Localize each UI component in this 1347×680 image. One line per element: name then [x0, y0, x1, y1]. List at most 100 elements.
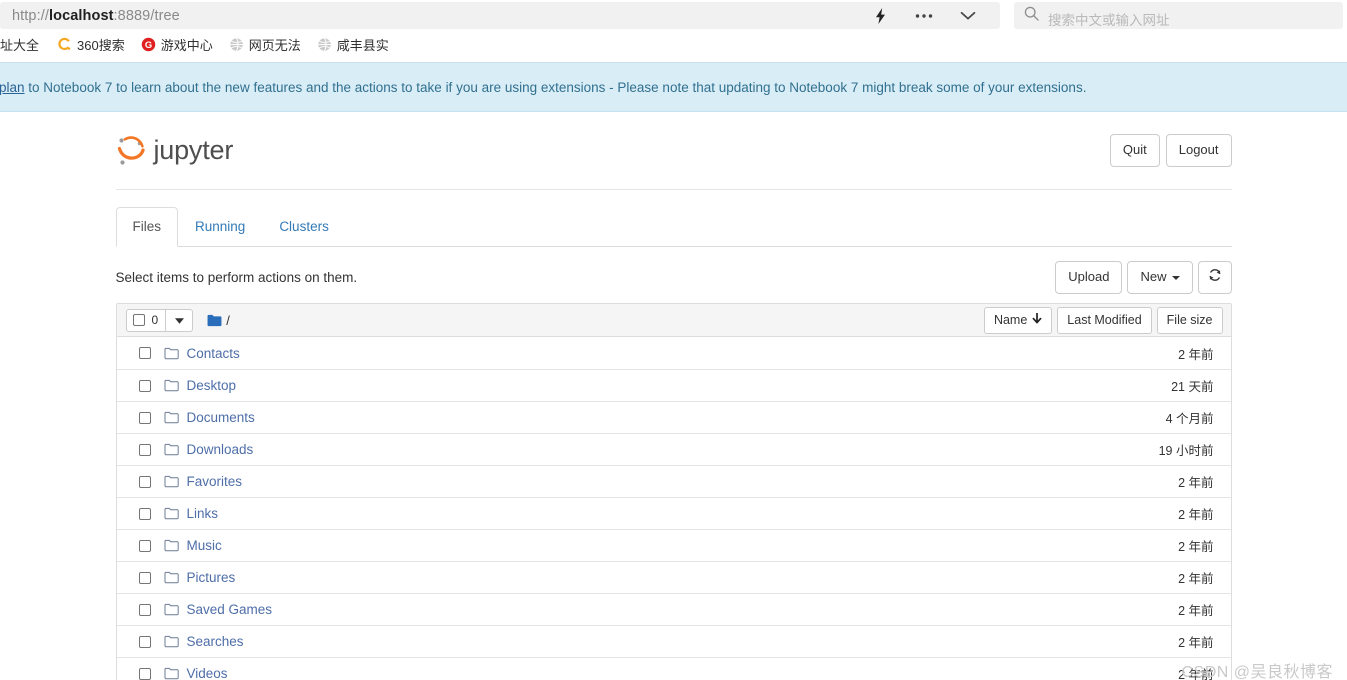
folder-icon — [164, 475, 179, 488]
jupyter-page: jupyter Quit Logout Files Running Cluste… — [0, 112, 1347, 680]
row-checkbox[interactable] — [138, 603, 151, 616]
file-name-link[interactable]: Desktop — [187, 378, 237, 393]
globe-icon — [317, 37, 332, 52]
folder-icon — [164, 411, 179, 424]
main-tabs: Files Running Clusters — [115, 207, 1232, 247]
last-modified-value: 2 年前 — [1178, 668, 1214, 680]
new-dropdown-button[interactable]: New — [1127, 261, 1193, 294]
table-row[interactable]: Desktop 21 天前 — [116, 369, 1231, 401]
page-container: jupyter Quit Logout Files Running Cluste… — [104, 112, 1244, 680]
action-bar: Select items to perform actions on them.… — [115, 260, 1232, 295]
browser-chrome: http://localhost:8889/tree 搜索中文或输入网址 址大全… — [0, 0, 1347, 57]
folder-icon — [164, 507, 179, 520]
file-name-link[interactable]: Saved Games — [187, 602, 273, 617]
select-dropdown-button[interactable] — [166, 308, 194, 332]
bookmark-item-2[interactable]: G 游戏中心 — [141, 35, 221, 54]
file-name-link[interactable]: Searches — [187, 634, 244, 649]
file-rows: Contacts 2 年前 Desktop 21 天前 Documents 4 个月前 Do… — [116, 337, 1231, 680]
tab-files[interactable]: Files — [115, 207, 179, 247]
jupyter-header: jupyter Quit Logout — [115, 112, 1232, 190]
breadcrumb[interactable]: / — [207, 313, 230, 328]
table-row[interactable]: Music 2 年前 — [116, 529, 1231, 561]
table-row[interactable]: Downloads 19 小时前 — [116, 433, 1231, 465]
select-all-checkbox[interactable] — [132, 314, 145, 327]
last-modified-value: 2 年前 — [1178, 572, 1214, 587]
breadcrumb-path: / — [226, 312, 230, 328]
last-modified-value: 21 天前 — [1171, 380, 1214, 395]
file-name-link[interactable]: Videos — [187, 666, 228, 680]
bookmarks-bar: 址大全 360搜索 G 游戏中心 网页无法 咸丰县实 — [0, 31, 1347, 57]
file-name-link[interactable]: Contacts — [187, 346, 240, 361]
tab-clusters[interactable]: Clusters — [262, 207, 346, 247]
last-modified-value: 4 个月前 — [1165, 412, 1214, 427]
row-checkbox[interactable] — [138, 443, 151, 456]
row-checkbox[interactable] — [138, 635, 151, 648]
bookmark-item-3[interactable]: 网页无法 — [229, 35, 309, 54]
bookmark-item-0[interactable]: 址大全 — [0, 35, 47, 54]
last-modified-value: 2 年前 — [1178, 508, 1214, 523]
table-row[interactable]: Favorites 2 年前 — [116, 465, 1231, 497]
more-options-icon[interactable] — [902, 3, 946, 29]
row-checkbox[interactable] — [138, 379, 151, 392]
folder-icon — [164, 443, 179, 456]
lightning-bolt-icon[interactable] — [858, 3, 902, 29]
quit-button[interactable]: Quit — [1109, 134, 1160, 167]
sort-by-file-size-button[interactable]: File size — [1156, 306, 1223, 334]
folder-icon — [164, 347, 179, 360]
bookmark-label: 址大全 — [0, 37, 40, 53]
jupyter-logo[interactable]: jupyter — [116, 134, 233, 168]
address-bar[interactable]: http://localhost:8889/tree — [0, 2, 1000, 29]
logout-button[interactable]: Logout — [1165, 134, 1232, 167]
selected-count: 0 — [151, 313, 159, 328]
table-row[interactable]: Saved Games 2 年前 — [116, 593, 1231, 625]
file-name-link[interactable]: Music — [187, 538, 222, 553]
last-modified-value: 2 年前 — [1178, 476, 1214, 491]
last-modified-value: 2 年前 — [1178, 540, 1214, 555]
refresh-button[interactable] — [1197, 260, 1232, 295]
upload-button[interactable]: Upload — [1055, 261, 1123, 294]
bookmark-item-1[interactable]: 360搜索 — [57, 35, 133, 54]
row-checkbox[interactable] — [138, 539, 151, 552]
globe-icon — [229, 37, 244, 52]
chevron-down-icon[interactable] — [946, 3, 990, 29]
file-name-link[interactable]: Documents — [187, 410, 255, 425]
row-checkbox[interactable] — [138, 667, 151, 680]
browser-search-bar[interactable]: 搜索中文或输入网址 — [1014, 2, 1343, 29]
row-checkbox[interactable] — [138, 507, 151, 520]
file-name-link[interactable]: Favorites — [187, 474, 243, 489]
bookmark-item-4[interactable]: 咸丰县实 — [317, 35, 397, 54]
file-name-link[interactable]: Downloads — [187, 442, 254, 457]
jupyter-logo-icon — [116, 134, 146, 168]
caret-down-icon — [174, 311, 184, 329]
header-buttons: Quit Logout — [1109, 134, 1232, 167]
row-checkbox[interactable] — [138, 475, 151, 488]
table-row[interactable]: Searches 2 年前 — [116, 625, 1231, 657]
table-row[interactable]: Documents 4 个月前 — [116, 401, 1231, 433]
caret-down-icon — [1171, 275, 1180, 280]
migration-plan-link[interactable]: plan — [0, 80, 25, 95]
table-row[interactable]: Videos 2 年前 — [116, 657, 1231, 680]
tab-running[interactable]: Running — [178, 207, 262, 247]
row-checkbox[interactable] — [138, 347, 151, 360]
table-row[interactable]: Contacts 2 年前 — [117, 337, 1231, 369]
search-placeholder: 搜索中文或输入网址 — [1048, 12, 1170, 28]
row-checkbox[interactable] — [138, 411, 151, 424]
select-all-box[interactable]: 0 — [125, 308, 167, 332]
360-search-icon — [57, 37, 72, 52]
game-center-icon: G — [141, 37, 156, 52]
sort-by-name-button[interactable]: Name — [983, 306, 1053, 334]
svg-text:G: G — [145, 40, 152, 50]
url-host: localhost — [48, 7, 114, 24]
file-name-link[interactable]: Pictures — [187, 570, 236, 585]
select-all-group: 0 — [125, 308, 194, 332]
selection-instruction: Select items to perform actions on them. — [115, 269, 358, 285]
refresh-icon — [1208, 268, 1222, 287]
bookmark-label: 网页无法 — [248, 37, 301, 53]
table-row[interactable]: Pictures 2 年前 — [116, 561, 1231, 593]
row-checkbox[interactable] — [138, 571, 151, 584]
folder-icon — [164, 635, 179, 648]
url-scheme: http:// — [12, 7, 49, 24]
table-row[interactable]: Links 2 年前 — [116, 497, 1231, 529]
file-name-link[interactable]: Links — [187, 506, 219, 521]
sort-by-last-modified-button[interactable]: Last Modified — [1057, 306, 1152, 334]
